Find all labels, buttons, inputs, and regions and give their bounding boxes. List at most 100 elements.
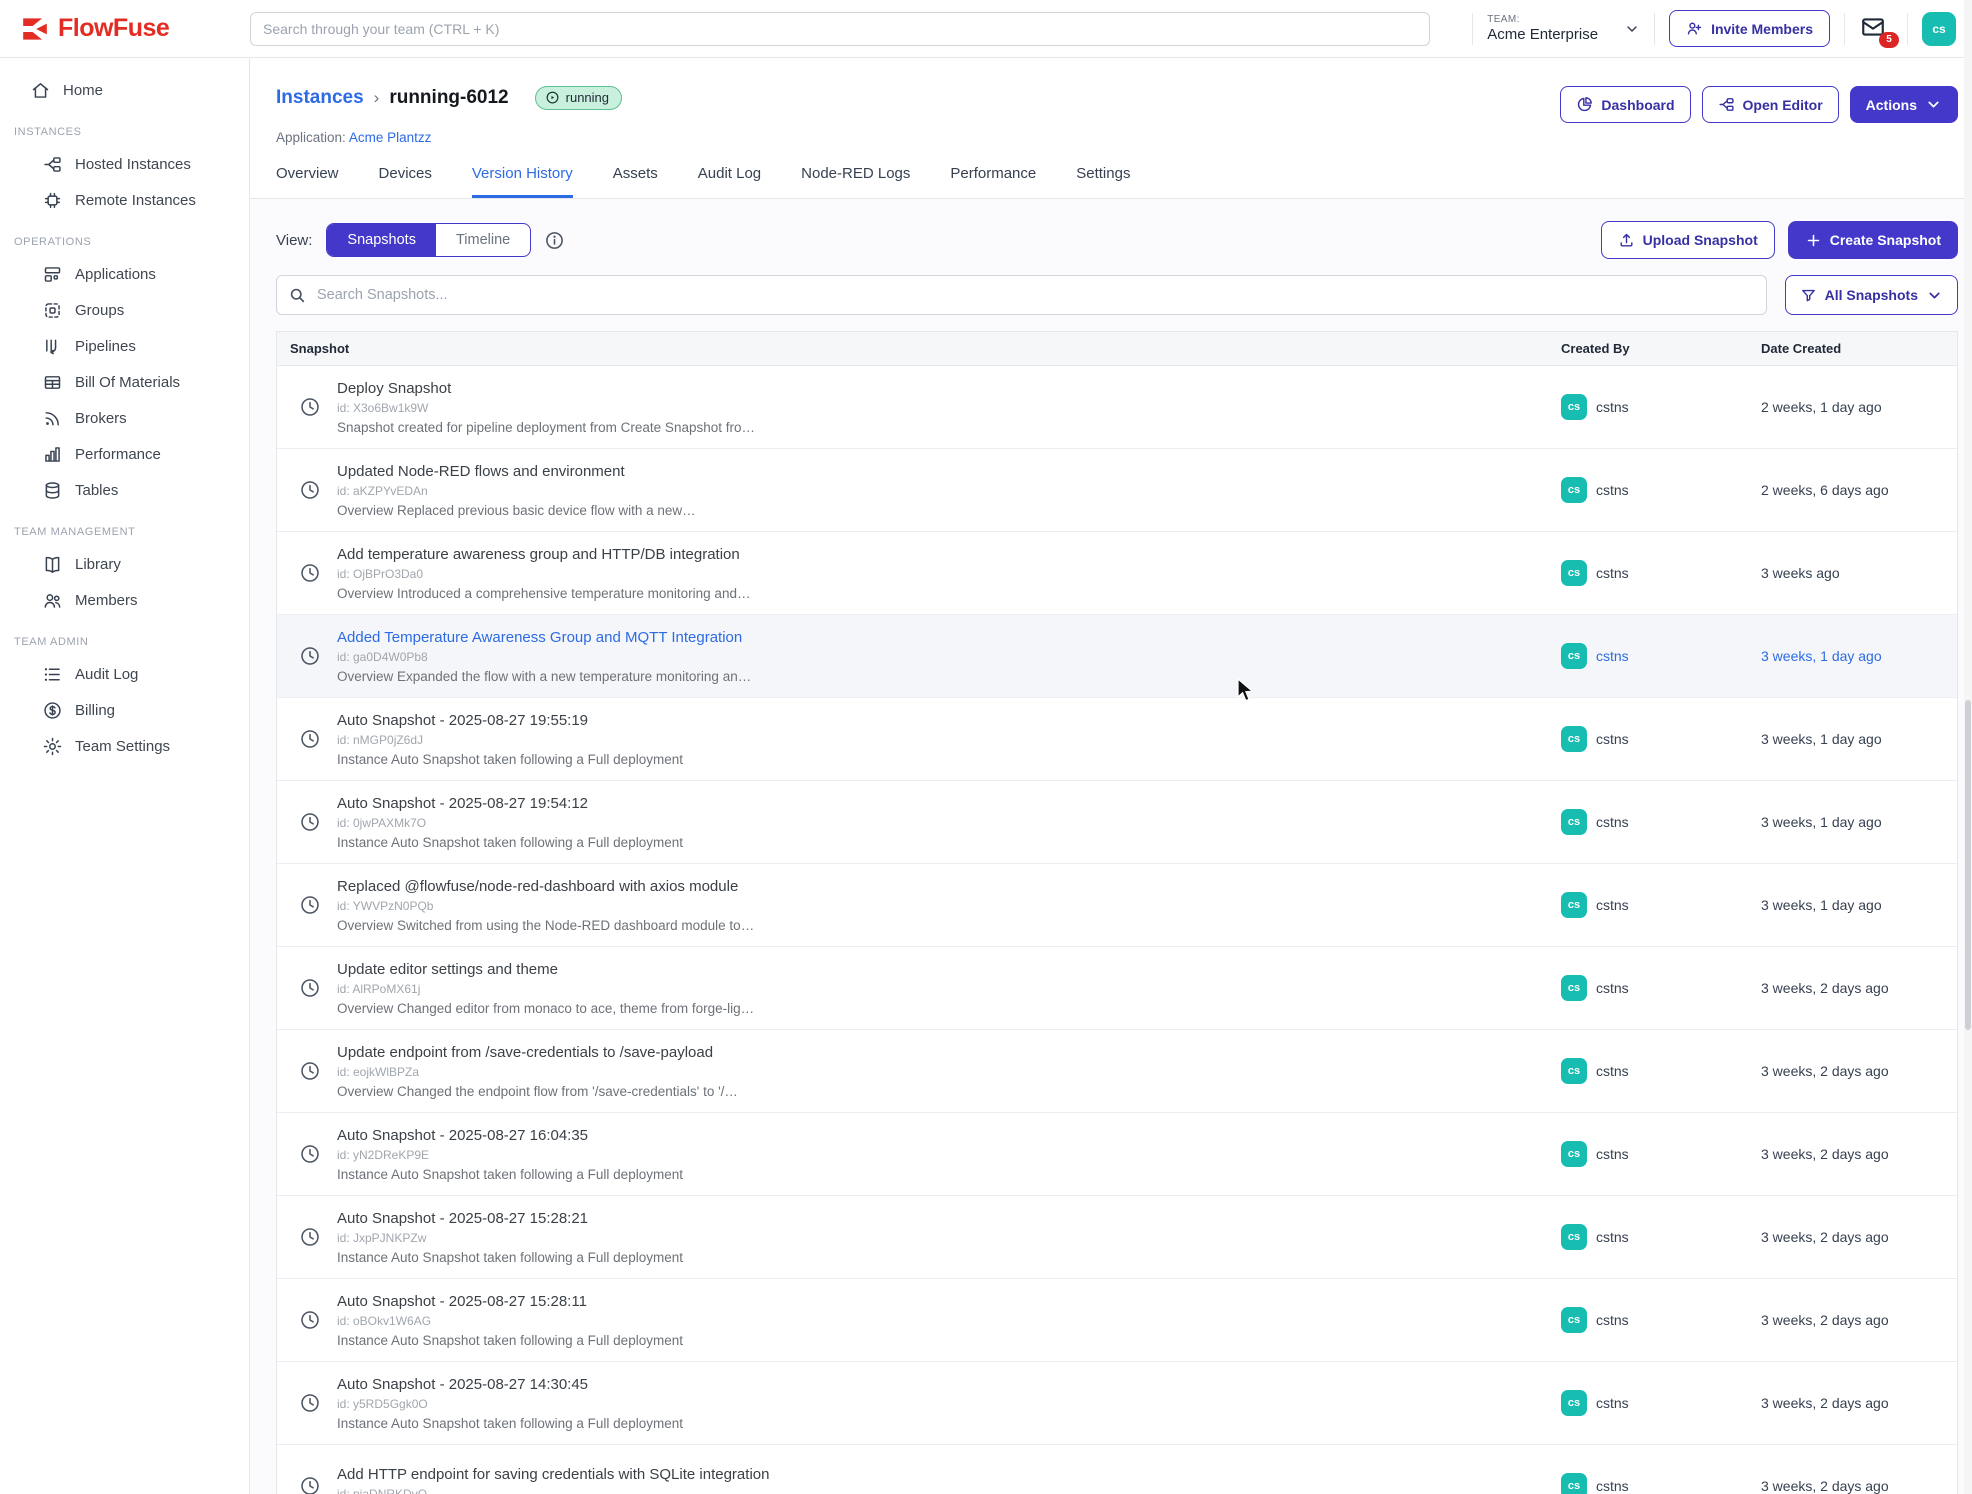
create-snapshot-button[interactable]: Create Snapshot xyxy=(1788,221,1958,259)
creator-name: cstns xyxy=(1596,565,1629,581)
snapshot-title[interactable]: Added Temperature Awareness Group and MQ… xyxy=(337,629,751,646)
snapshot-row[interactable]: Auto Snapshot - 2025-08-27 19:54:12id: 0… xyxy=(277,781,1957,864)
tab-settings[interactable]: Settings xyxy=(1076,165,1130,198)
toggle-timeline[interactable]: Timeline xyxy=(436,224,530,256)
tab-node-red-logs[interactable]: Node-RED Logs xyxy=(801,165,910,198)
tab-assets[interactable]: Assets xyxy=(613,165,658,198)
status-badge-label: running xyxy=(566,90,609,105)
sidebar-item-performance[interactable]: Performance xyxy=(0,436,249,472)
sidebar-item-hosted-instances[interactable]: Hosted Instances xyxy=(0,146,249,182)
invite-members-button[interactable]: Invite Members xyxy=(1669,10,1830,47)
breadcrumb-separator: › xyxy=(374,88,380,108)
upload-icon xyxy=(1618,232,1635,249)
library-icon xyxy=(42,554,63,575)
tab-version-history[interactable]: Version History xyxy=(472,165,573,198)
snapshot-title[interactable]: Add HTTP endpoint for saving credentials… xyxy=(337,1466,769,1483)
dashboard-label: Dashboard xyxy=(1601,97,1674,113)
creator-name: cstns xyxy=(1596,980,1629,996)
snapshot-title[interactable]: Replaced @flowfuse/node-red-dashboard wi… xyxy=(337,878,754,895)
sidebar-item-members[interactable]: Members xyxy=(0,582,249,618)
team-selector[interactable]: TEAM: Acme Enterprise xyxy=(1487,14,1640,43)
sidebar-item-library[interactable]: Library xyxy=(0,546,249,582)
snapshot-filter-dropdown[interactable]: All Snapshots xyxy=(1785,275,1958,315)
sidebar-item-audit-log[interactable]: Audit Log xyxy=(0,656,249,692)
sidebar-item-billing[interactable]: Billing xyxy=(0,692,249,728)
snapshot-title[interactable]: Update endpoint from /save-credentials t… xyxy=(337,1044,738,1061)
sidebar-item-remote-instances[interactable]: Remote Instances xyxy=(0,182,249,218)
notifications-button[interactable]: 5 xyxy=(1859,14,1893,44)
snapshot-title[interactable]: Auto Snapshot - 2025-08-27 14:30:45 xyxy=(337,1376,683,1393)
snapshot-row[interactable]: Auto Snapshot - 2025-08-27 16:04:35id: y… xyxy=(277,1113,1957,1196)
snapshot-title[interactable]: Auto Snapshot - 2025-08-27 19:55:19 xyxy=(337,712,683,729)
sidebar-item-team-settings[interactable]: Team Settings xyxy=(0,728,249,764)
sidebar-item-applications[interactable]: Applications xyxy=(0,256,249,292)
sidebar-item-brokers[interactable]: Brokers xyxy=(0,400,249,436)
snapshot-title[interactable]: Add temperature awareness group and HTTP… xyxy=(337,546,750,563)
snapshot-row[interactable]: Added Temperature Awareness Group and MQ… xyxy=(277,615,1957,698)
pipelines-icon xyxy=(42,336,63,357)
clock-icon xyxy=(299,1143,321,1165)
applications-icon xyxy=(42,264,63,285)
snapshot-search-input[interactable] xyxy=(276,275,1767,315)
tab-overview[interactable]: Overview xyxy=(276,165,339,198)
dashboard-button[interactable]: Dashboard xyxy=(1560,86,1690,123)
info-icon[interactable] xyxy=(544,230,565,251)
snapshot-row[interactable]: Auto Snapshot - 2025-08-27 19:55:19id: n… xyxy=(277,698,1957,781)
creator-name: cstns xyxy=(1596,1478,1629,1494)
sidebar-item-groups[interactable]: Groups xyxy=(0,292,249,328)
snapshot-row[interactable]: Auto Snapshot - 2025-08-27 15:28:21id: J… xyxy=(277,1196,1957,1279)
flowfuse-logo[interactable]: FlowFuse xyxy=(20,14,250,43)
open-editor-button[interactable]: Open Editor xyxy=(1702,86,1839,123)
clock-icon xyxy=(299,1392,321,1414)
running-status-icon xyxy=(545,90,560,105)
creator-avatar: cs xyxy=(1561,394,1587,420)
page-scrollbar[interactable] xyxy=(1964,0,1972,1494)
sidebar-item-bill-of-materials[interactable]: Bill Of Materials xyxy=(0,364,249,400)
snapshot-row[interactable]: Deploy Snapshotid: X3o6Bw1k9WSnapshot cr… xyxy=(277,366,1957,449)
creator-avatar: cs xyxy=(1561,726,1587,752)
tab-audit-log[interactable]: Audit Log xyxy=(698,165,761,198)
snapshot-row[interactable]: Auto Snapshot - 2025-08-27 14:30:45id: y… xyxy=(277,1362,1957,1445)
snapshot-title[interactable]: Auto Snapshot - 2025-08-27 15:28:21 xyxy=(337,1210,683,1227)
snapshot-title[interactable]: Auto Snapshot - 2025-08-27 16:04:35 xyxy=(337,1127,683,1144)
snapshot-row[interactable]: Auto Snapshot - 2025-08-27 15:28:11id: o… xyxy=(277,1279,1957,1362)
upload-snapshot-button[interactable]: Upload Snapshot xyxy=(1601,221,1775,259)
sidebar-item-tables[interactable]: Tables xyxy=(0,472,249,508)
tab-performance[interactable]: Performance xyxy=(950,165,1036,198)
snapshot-title[interactable]: Update editor settings and theme xyxy=(337,961,754,978)
creator-avatar: cs xyxy=(1561,477,1587,503)
snapshot-row[interactable]: Updated Node-RED flows and environmentid… xyxy=(277,449,1957,532)
creator-avatar: cs xyxy=(1561,892,1587,918)
sidebar: HomeINSTANCESHosted InstancesRemote Inst… xyxy=(0,58,250,1494)
sidebar-item-home[interactable]: Home xyxy=(0,72,249,108)
snapshot-title[interactable]: Deploy Snapshot xyxy=(337,380,755,397)
groups-icon xyxy=(42,300,63,321)
snapshot-title[interactable]: Auto Snapshot - 2025-08-27 19:54:12 xyxy=(337,795,683,812)
actions-button[interactable]: Actions xyxy=(1850,86,1958,123)
creator-name: cstns xyxy=(1596,648,1629,664)
snapshots-table: Snapshot Created By Date Created Deploy … xyxy=(276,331,1958,1494)
snapshot-row[interactable]: Add HTTP endpoint for saving credentials… xyxy=(277,1445,1957,1494)
tab-devices[interactable]: Devices xyxy=(379,165,432,198)
snapshot-row[interactable]: Replaced @flowfuse/node-red-dashboard wi… xyxy=(277,864,1957,947)
sidebar-item-pipelines[interactable]: Pipelines xyxy=(0,328,249,364)
application-link[interactable]: Acme Plantzz xyxy=(349,130,432,145)
snapshot-title[interactable]: Auto Snapshot - 2025-08-27 15:28:11 xyxy=(337,1293,683,1310)
team-settings-icon xyxy=(42,736,63,757)
create-snapshot-label: Create Snapshot xyxy=(1830,232,1941,248)
breadcrumb-instances-link[interactable]: Instances xyxy=(276,87,364,109)
snapshot-title[interactable]: Updated Node-RED flows and environment xyxy=(337,463,696,480)
view-label: View: xyxy=(276,232,312,249)
creator-avatar: cs xyxy=(1561,1058,1587,1084)
toggle-snapshots[interactable]: Snapshots xyxy=(327,224,436,256)
snapshot-row[interactable]: Update endpoint from /save-credentials t… xyxy=(277,1030,1957,1113)
snapshot-row[interactable]: Add temperature awareness group and HTTP… xyxy=(277,532,1957,615)
sidebar-section-instances: INSTANCES xyxy=(0,108,249,146)
snapshot-description: Overview Introduced a comprehensive temp… xyxy=(337,586,750,601)
clock-icon xyxy=(299,977,321,999)
creator-avatar: cs xyxy=(1561,809,1587,835)
team-search-input[interactable] xyxy=(250,12,1430,46)
snapshot-row[interactable]: Update editor settings and themeid: AlRP… xyxy=(277,947,1957,1030)
scrollbar-thumb[interactable] xyxy=(1965,700,1971,1030)
user-avatar[interactable]: cs xyxy=(1922,12,1956,46)
